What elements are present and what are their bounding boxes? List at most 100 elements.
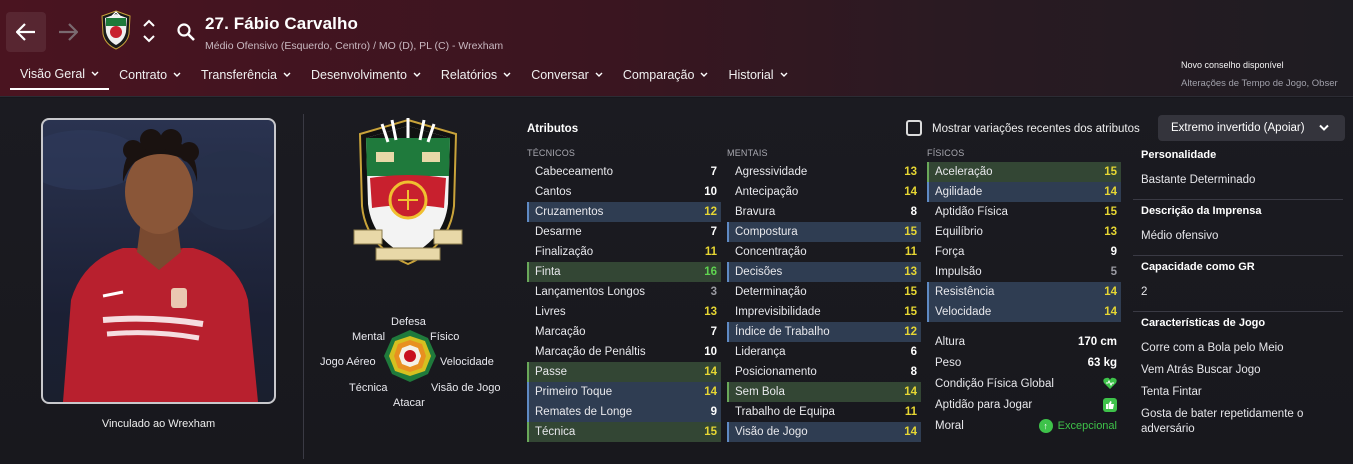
attribute-value: 12 [704, 206, 717, 218]
attribute-row-mental[interactable]: Liderança 6 [727, 342, 921, 362]
tab-label: Visão Geral [20, 67, 86, 81]
player-switch-icon[interactable] [142, 16, 156, 46]
tab-comparacao[interactable]: Comparação [613, 60, 719, 90]
attribute-row-fisico[interactable]: Equilíbrio 13 [927, 222, 1121, 242]
height-value: 170 cm [1077, 335, 1117, 348]
morale-value[interactable]: ↑ Excepcional [1038, 418, 1117, 433]
attribute-row-mental[interactable]: Trabalho de Equipa 11 [727, 402, 921, 422]
tab-contrato[interactable]: Contrato [109, 60, 191, 90]
trait-item: Gosta de bater repetidamente o adversári… [1141, 408, 1304, 435]
attribute-value: 3 [710, 286, 717, 298]
attribute-row-tecnico[interactable]: Passe 14 [527, 362, 721, 382]
tab-label: Relatórios [440, 68, 498, 82]
chevron-down-icon [780, 72, 788, 77]
attribute-name: Posicionamento [735, 366, 817, 378]
tab-relatorios[interactable]: Relatórios [431, 60, 521, 90]
attribute-row-mental[interactable]: Compostura 15 [727, 222, 921, 242]
attribute-row-fisico[interactable]: Aptidão Física 15 [927, 202, 1121, 222]
attribute-row-fisico[interactable]: Impulsão 5 [927, 262, 1121, 282]
advice-title[interactable]: Novo conselho disponível [1181, 60, 1284, 70]
attribute-name: Marcação [535, 326, 586, 338]
attribute-name: Agilidade [935, 186, 983, 198]
attribute-name: Imprevisibilidade [735, 306, 821, 318]
attribute-row-fisico[interactable]: Força 9 [927, 242, 1121, 262]
attribute-row-tecnico[interactable]: Cruzamentos 12 [527, 202, 721, 222]
attribute-row-mental[interactable]: Visão de Jogo 14 [727, 422, 921, 442]
attribute-row-fisico[interactable]: Agilidade 14 [927, 182, 1121, 202]
tab-transferencia[interactable]: Transferência [191, 60, 301, 90]
attribute-row-tecnico[interactable]: Técnica 15 [527, 422, 721, 442]
attribute-value: 8 [910, 366, 917, 378]
tab-visao-geral[interactable]: Visão Geral [10, 60, 110, 90]
weight-value: 63 kg [1087, 356, 1117, 369]
tab-label: Contrato [119, 68, 168, 82]
attributes-title: Atributos [527, 123, 579, 135]
forward-button[interactable] [48, 12, 88, 52]
attribute-row-mental[interactable]: Bravura 8 [727, 202, 921, 222]
attribute-row-tecnico[interactable]: Livres 13 [527, 302, 721, 322]
attribute-row-tecnico[interactable]: Cantos 10 [527, 182, 721, 202]
search-icon[interactable] [176, 22, 196, 42]
show-recent-checkbox[interactable] [906, 120, 922, 136]
attribute-row-mental[interactable]: Sem Bola 14 [727, 382, 921, 402]
show-recent-label[interactable]: Mostrar variações recentes dos atributos [932, 123, 1140, 135]
attribute-name: Antecipação [735, 186, 799, 198]
attribute-value: 13 [704, 306, 717, 318]
morale-row: Moral ↑ Excepcional [927, 415, 1121, 436]
attribute-row-mental[interactable]: Decisões 13 [727, 262, 921, 282]
condition-row: Condição Física Global [927, 373, 1121, 394]
morale-label: Moral [935, 419, 964, 432]
press-heading: Descrição da Imprensa [1141, 205, 1262, 217]
attribute-row-mental[interactable]: Concentração 11 [727, 242, 921, 262]
attribute-row-tecnico[interactable]: Finalização 11 [527, 242, 721, 262]
attribute-row-fisico[interactable]: Resistência 14 [927, 282, 1121, 302]
attribute-name: Primeiro Toque [535, 386, 613, 398]
attribute-value: 14 [1104, 306, 1117, 318]
tab-conversar[interactable]: Conversar [521, 60, 613, 90]
player-silhouette-icon [43, 129, 274, 402]
mentais-header: MENTAIS [727, 148, 768, 158]
attribute-name: Aceleração [935, 166, 993, 178]
radar-label-jogo-aereo: Jogo Aéreo [320, 356, 376, 368]
radar-label-velocidade: Velocidade [440, 356, 494, 368]
role-dropdown[interactable]: Extremo invertido (Apoiar) [1158, 115, 1345, 141]
attribute-name: Livres [535, 306, 566, 318]
gk-heading: Capacidade como GR [1141, 261, 1255, 273]
tab-historial[interactable]: Historial [718, 60, 797, 90]
attribute-row-fisico[interactable]: Velocidade 14 [927, 302, 1121, 322]
attribute-value: 14 [904, 386, 917, 398]
attribute-row-mental[interactable]: Índice de Trabalho 12 [727, 322, 921, 342]
back-button[interactable] [6, 12, 46, 52]
attribute-row-tecnico[interactable]: Cabeceamento 7 [527, 162, 721, 182]
attribute-value: 5 [1110, 266, 1117, 278]
attribute-name: Cantos [535, 186, 572, 198]
attribute-name: Força [935, 246, 965, 258]
attribute-row-tecnico[interactable]: Remates de Longe 9 [527, 402, 721, 422]
attribute-row-tecnico[interactable]: Marcação de Penáltis 10 [527, 342, 721, 362]
attribute-value: 13 [1104, 226, 1117, 238]
heart-icon[interactable] [1103, 377, 1117, 390]
attribute-row-mental[interactable]: Antecipação 14 [727, 182, 921, 202]
attribute-row-mental[interactable]: Posicionamento 8 [727, 362, 921, 382]
gk-value: 2 [1141, 286, 1148, 298]
attribute-value: 13 [904, 166, 917, 178]
attribute-row-tecnico[interactable]: Finta 16 [527, 262, 721, 282]
overview-panel: Vinculado ao Wrexham Defesa Mental Físic… [0, 98, 1353, 464]
attribute-row-mental[interactable]: Determinação 15 [727, 282, 921, 302]
advice-text[interactable]: Alterações de Tempo de Jogo, Obser [1181, 78, 1338, 89]
attribute-row-tecnico[interactable]: Desarme 7 [527, 222, 721, 242]
player-info-sidebar: Personalidade Bastante Determinado Descr… [1133, 144, 1343, 445]
tab-label: Comparação [622, 68, 695, 82]
attribute-row-fisico[interactable]: Aceleração 15 [927, 162, 1121, 182]
attribute-row-mental[interactable]: Agressividade 13 [727, 162, 921, 182]
attribute-value: 15 [704, 426, 717, 438]
attribute-row-tecnico[interactable]: Lançamentos Longos 3 [527, 282, 721, 302]
attribute-row-tecnico[interactable]: Marcação 7 [527, 322, 721, 342]
tab-desenvolvimento[interactable]: Desenvolvimento [301, 60, 431, 90]
attribute-value: 11 [704, 246, 717, 258]
thumbs-up-icon[interactable] [1103, 397, 1117, 412]
club-badge-icon[interactable] [100, 10, 132, 50]
attribute-row-tecnico[interactable]: Primeiro Toque 14 [527, 382, 721, 402]
attribute-value: 11 [904, 406, 917, 418]
attribute-row-mental[interactable]: Imprevisibilidade 15 [727, 302, 921, 322]
